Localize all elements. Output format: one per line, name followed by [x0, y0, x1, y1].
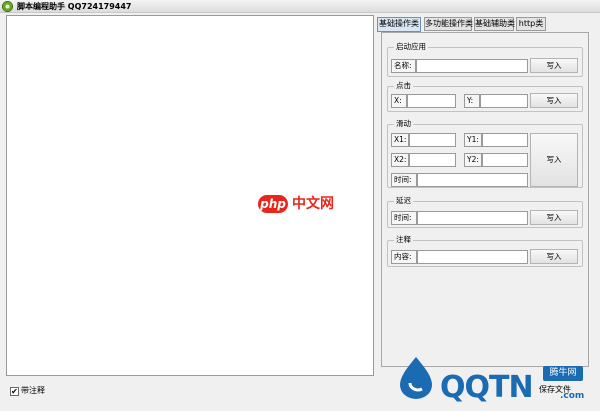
with-comments-label: 带注释	[21, 386, 45, 395]
click-x-label: X:	[391, 94, 407, 108]
slide-y1-label: Y1:	[464, 133, 482, 147]
comment-content-label: 内容:	[391, 250, 417, 264]
slide-time-input[interactable]	[417, 173, 528, 187]
group-title: 延迟	[394, 196, 413, 206]
click-write-button[interactable]: 写入	[530, 93, 578, 108]
group-title: 点击	[394, 81, 413, 91]
app-icon	[2, 1, 13, 12]
name-label: 名称:	[391, 59, 416, 73]
tab-basic-ops[interactable]: 基础操作类	[377, 17, 421, 32]
php-watermark-text: 中文网	[292, 196, 334, 212]
title-bar: 脚本编程助手 QQ724179447	[0, 0, 600, 13]
group-title: 启动应用	[394, 42, 428, 52]
comment-content-input[interactable]	[417, 250, 528, 264]
slide-y1-input[interactable]	[482, 133, 528, 147]
slide-y2-input[interactable]	[482, 153, 528, 167]
php-watermark-badge: php	[258, 195, 288, 213]
delay-time-label: 时间:	[391, 211, 417, 225]
slide-write-button[interactable]: 写入	[530, 133, 578, 187]
delay-write-button[interactable]: 写入	[530, 210, 578, 225]
window-title: 脚本编程助手 QQ724179447	[17, 2, 132, 11]
click-x-input[interactable]	[407, 94, 456, 108]
group-title: 滑动	[394, 119, 413, 129]
slide-y2-label: Y2:	[464, 153, 482, 167]
slide-x2-label: X2:	[391, 153, 409, 167]
app-name-input[interactable]	[416, 59, 528, 73]
launch-write-button[interactable]: 写入	[530, 58, 578, 73]
qqtn-watermark-badge: 腾牛网	[543, 366, 583, 381]
slide-time-label: 时间:	[391, 173, 417, 187]
qqtn-watermark-icon	[400, 357, 432, 399]
qqtn-watermark-logo: QQTN	[440, 370, 534, 405]
slide-x1-label: X1:	[391, 133, 409, 147]
tab-multi-ops[interactable]: 多功能操作类	[424, 17, 473, 31]
comment-write-button[interactable]: 写入	[530, 249, 578, 264]
group-title: 注释	[394, 235, 413, 245]
slide-x2-input[interactable]	[409, 153, 456, 167]
click-y-label: Y:	[464, 94, 480, 108]
with-comments-checkbox[interactable]: ✔	[10, 387, 19, 396]
slide-x1-input[interactable]	[409, 133, 456, 147]
qqtn-watermark-domain: .com	[560, 391, 585, 401]
delay-time-input[interactable]	[417, 211, 528, 225]
tab-basic-aux[interactable]: 基础辅助类	[474, 17, 515, 31]
click-y-input[interactable]	[480, 94, 528, 108]
tab-http[interactable]: http类	[516, 17, 546, 31]
